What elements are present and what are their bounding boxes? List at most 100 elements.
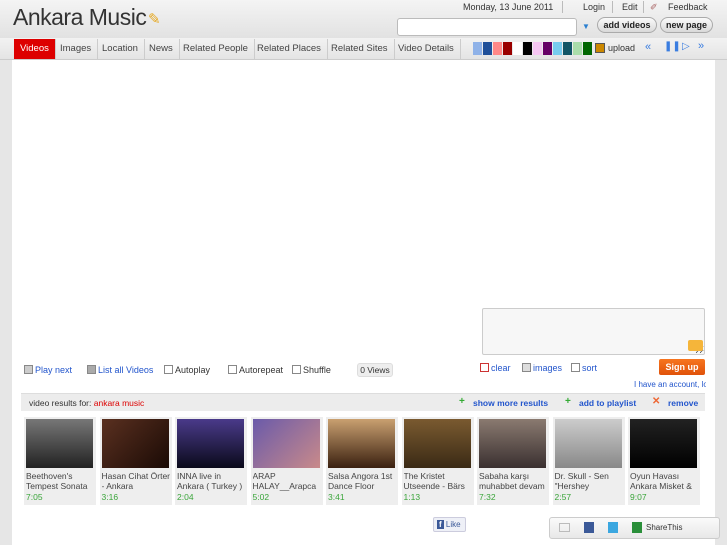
video-thumbnail-item[interactable]: Dr. Skull - Sen "Hershey 2:57 (552, 417, 625, 505)
video-title[interactable]: Sabaha karşı muhabbet devam (479, 471, 548, 491)
thumbnail-image[interactable] (252, 419, 320, 468)
video-title[interactable]: Beethoven's Tempest Sonata (26, 471, 95, 491)
video-thumbnail-item[interactable]: Beethoven's Tempest Sonata 7:05 (24, 417, 96, 505)
facebook-icon: f (437, 520, 444, 529)
color-swatch[interactable] (473, 42, 482, 55)
email-share-icon[interactable] (559, 523, 570, 532)
video-title[interactable]: Salsa Angora 1st Dance Floor (328, 471, 397, 491)
tab-related-people[interactable]: Related People (177, 39, 255, 59)
thumbnail-image[interactable] (26, 419, 93, 468)
video-thumbnail-item[interactable]: Hasan Cihat Örter - Ankara 3:16 (99, 417, 172, 505)
video-thumbnail-item[interactable]: Salsa Angora 1st Dance Floor 3:41 (326, 417, 398, 505)
divider (643, 1, 644, 13)
sign-up-button[interactable]: Sign up (659, 359, 705, 375)
video-player[interactable] (14, 62, 714, 302)
results-prefix: video results for: (29, 398, 92, 408)
thumbnail-image[interactable] (554, 419, 622, 468)
pause-icon[interactable]: ❚❚ (664, 41, 681, 52)
thumbnail-image[interactable] (177, 419, 244, 468)
video-thumbnail-item[interactable]: INNA live in Ankara ( Turkey ) 2:04 (175, 417, 247, 505)
video-title[interactable]: Hasan Cihat Örter - Ankara (102, 471, 171, 491)
video-duration: 7:32 (479, 492, 496, 502)
play-next-button[interactable]: Play next (24, 365, 72, 375)
video-thumbnail-item[interactable]: Oyun Havası Ankara Misket & 9:07 (628, 417, 700, 505)
video-thumbnail-item[interactable]: The Kristet Utseende - Bärs 1:13 (401, 417, 474, 505)
color-swatch[interactable] (503, 42, 512, 55)
video-thumbnail-item[interactable]: Sabaha karşı muhabbet devam 7:32 (477, 417, 549, 505)
color-swatch[interactable] (493, 42, 502, 55)
add-videos-button[interactable]: add videos (597, 17, 657, 33)
thumbnail-image[interactable] (479, 419, 546, 468)
edit-link[interactable]: Edit (622, 2, 638, 12)
tab-video-details[interactable]: Video Details (392, 39, 461, 59)
video-title[interactable]: Dr. Skull - Sen "Hershey (555, 471, 624, 491)
upload-link[interactable]: upload (608, 43, 635, 53)
upload-icon (595, 43, 605, 53)
divider (612, 1, 613, 13)
autoplay-checkbox[interactable]: Autoplay (164, 365, 210, 375)
add-to-playlist-link[interactable]: add to playlist (579, 398, 636, 408)
video-title[interactable]: The Kristet Utseende - Bärs (404, 471, 473, 491)
feedback-link[interactable]: Feedback (668, 2, 708, 12)
views-count: 0 Views (357, 363, 393, 377)
thumbnail-image[interactable] (630, 419, 697, 468)
color-swatch[interactable] (583, 42, 592, 55)
autoplay-label: Autoplay (175, 365, 211, 375)
pencil-edit-icon[interactable]: ✎ (148, 10, 164, 28)
color-swatch[interactable] (543, 42, 552, 55)
sort-button[interactable]: sort (571, 363, 597, 373)
video-duration: 5:02 (252, 492, 270, 502)
sharethis-label[interactable]: ShareThis (646, 523, 682, 532)
comment-input[interactable] (482, 308, 705, 355)
thumbnail-image[interactable] (403, 419, 471, 468)
thumbnail-image[interactable] (328, 419, 395, 468)
envelope-icon[interactable] (688, 340, 703, 351)
plus-icon: + (459, 396, 465, 407)
remove-icon: ✕ (652, 396, 661, 407)
sharethis-icon[interactable] (632, 522, 642, 533)
divider (562, 1, 563, 13)
page-title: Ankara Music (13, 4, 147, 30)
rewind-icon[interactable]: « (645, 41, 651, 53)
video-duration: 2:04 (177, 492, 194, 502)
facebook-like-button[interactable]: f Like (433, 517, 466, 532)
facebook-share-icon[interactable] (584, 522, 594, 533)
color-swatch[interactable] (523, 42, 532, 55)
color-swatch[interactable] (513, 42, 522, 55)
tab-location[interactable]: Location (96, 39, 145, 59)
shuffle-checkbox[interactable]: Shuffle (292, 365, 331, 375)
color-swatch[interactable] (483, 42, 492, 55)
color-swatch[interactable] (553, 42, 562, 55)
tab-images[interactable]: Images (54, 39, 99, 59)
color-swatch[interactable] (563, 42, 572, 55)
video-title[interactable]: ARAP HALAY__Arapca (253, 471, 322, 491)
tab-related-places[interactable]: Related Places (251, 39, 328, 59)
video-thumbnail-item[interactable]: ARAP HALAY__Arapca 5:02 (250, 417, 323, 505)
new-page-button[interactable]: new page (660, 17, 713, 33)
clear-icon (480, 363, 489, 372)
video-title[interactable]: Oyun Havası Ankara Misket & (630, 471, 699, 491)
video-title[interactable]: INNA live in Ankara ( Turkey ) (177, 471, 246, 491)
account-link[interactable]: I have an account, lo (634, 380, 706, 389)
tab-related-sites[interactable]: Related Sites (325, 39, 395, 59)
tab-news[interactable]: News (143, 39, 180, 59)
autorepeat-checkbox[interactable]: Autorepeat (228, 365, 283, 375)
search-input[interactable] (397, 18, 577, 36)
list-all-label: List all Videos (98, 365, 154, 375)
images-button[interactable]: images (522, 363, 562, 373)
clear-button[interactable]: clear (480, 363, 511, 373)
list-all-videos-button[interactable]: List all Videos (87, 365, 153, 375)
fast-forward-icon[interactable]: » (698, 40, 704, 52)
play-icon[interactable]: ▷ (682, 41, 690, 52)
login-link[interactable]: Login (583, 2, 605, 12)
show-more-results-link[interactable]: show more results (473, 398, 548, 408)
tab-videos[interactable]: Videos (14, 39, 56, 59)
thumbnail-image[interactable] (101, 419, 169, 468)
color-swatch[interactable] (573, 42, 582, 55)
images-label: images (533, 363, 563, 373)
dropdown-arrow-icon[interactable]: ▼ (582, 22, 590, 31)
twitter-share-icon[interactable] (608, 522, 618, 533)
sort-icon (571, 363, 580, 372)
color-swatch[interactable] (533, 42, 542, 55)
remove-link[interactable]: remove (668, 398, 698, 408)
